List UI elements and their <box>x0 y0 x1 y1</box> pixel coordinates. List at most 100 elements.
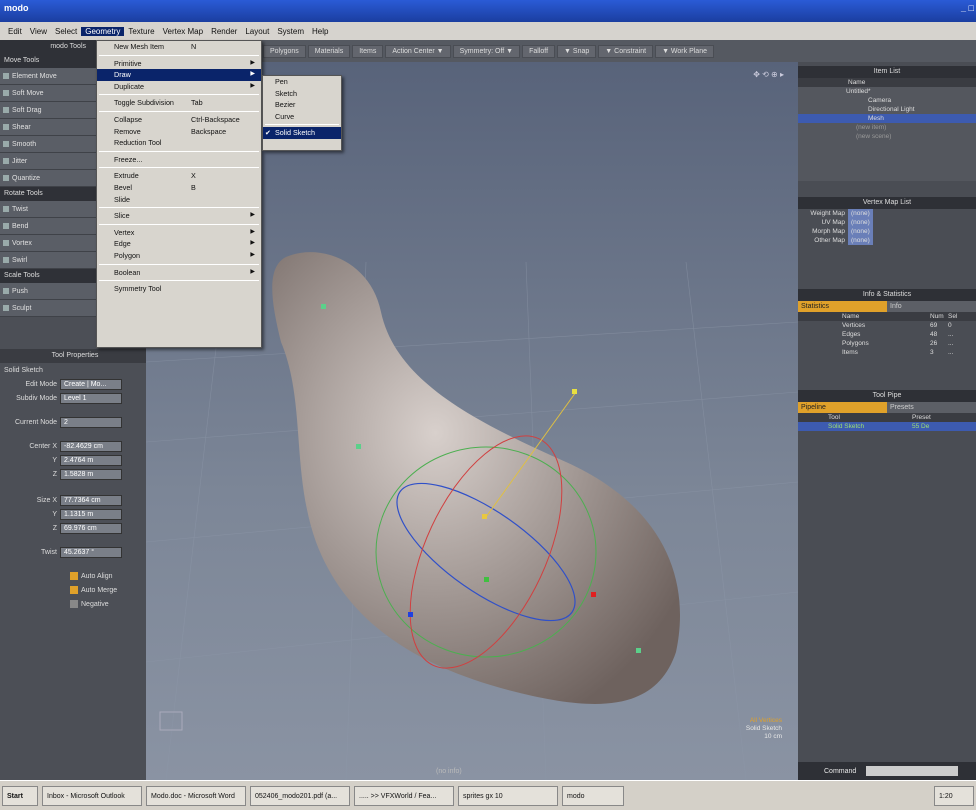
toolbar-item-2[interactable]: Items <box>352 44 384 58</box>
window-controls[interactable]: _ □ <box>961 3 974 13</box>
checkbox-icon[interactable] <box>70 572 78 580</box>
menu-select[interactable]: Select <box>51 27 81 36</box>
toolbar-item-8[interactable]: ▼ Work Plane <box>655 44 714 58</box>
menu-item-draw[interactable]: Draw ▶ <box>97 69 261 81</box>
toolbar-item-6[interactable]: ▼ Snap <box>557 44 597 58</box>
menu-item-remove[interactable]: Remove Backspace <box>97 126 261 138</box>
command-input[interactable] <box>866 766 959 776</box>
toolbar-item-3[interactable]: Action Center ▼ <box>385 44 451 58</box>
center-x-field[interactable]: -82.4629 cm <box>60 440 122 452</box>
edit-mode-select[interactable]: Create | Mo... <box>60 378 122 390</box>
taskbar-item-0[interactable]: Start <box>2 785 38 806</box>
menu-item-bevel[interactable]: Bevel B <box>97 182 261 194</box>
menu-item-slice[interactable]: Slice ▶ <box>97 210 261 222</box>
submenu-item-sketch[interactable]: Sketch <box>263 88 341 100</box>
menu-item-reduction-tool[interactable]: Reduction Tool <box>97 137 261 149</box>
menu-item-slide[interactable]: Slide <box>97 194 261 206</box>
gizmo-handle-yellow[interactable] <box>572 389 577 394</box>
taskbar-item-5[interactable]: sprites gx 10 <box>458 785 558 806</box>
menu-item-toggle-subdivision[interactable]: Toggle Subdivision Tab <box>97 97 261 109</box>
gizmo-handle-red[interactable] <box>591 592 596 597</box>
menu-layout[interactable]: Layout <box>241 27 273 36</box>
pipe-tool-name[interactable]: Solid Sketch <box>802 422 912 431</box>
toolbar-item-4[interactable]: Symmetry: Off ▼ <box>452 44 521 58</box>
size-y-field[interactable]: 1.1315 m <box>60 508 122 520</box>
vmap-value[interactable]: (none) <box>848 236 873 245</box>
check-auto-merge[interactable]: Auto Merge <box>0 583 146 597</box>
menu-render[interactable]: Render <box>207 27 241 36</box>
item-row[interactable]: Mesh <box>798 114 976 123</box>
sculpted-mesh[interactable] <box>272 252 681 704</box>
gizmo-handle-green[interactable] <box>484 577 489 582</box>
submenu-item-solid-sketch[interactable]: ✔ Solid Sketch <box>263 127 341 139</box>
stats-row[interactable]: Edges 48... <box>798 330 976 339</box>
check-auto-align[interactable]: Auto Align <box>0 569 146 583</box>
item-row[interactable]: (new item) <box>798 123 976 132</box>
sketch-node-4[interactable] <box>636 648 641 653</box>
checkbox-icon[interactable] <box>70 600 78 608</box>
toolbar-item-1[interactable]: Materials <box>307 44 351 58</box>
menu-geometry[interactable]: Geometry <box>81 26 125 36</box>
menu-system[interactable]: System <box>273 27 308 36</box>
current-node-field[interactable]: 2 <box>60 416 122 428</box>
menu-help[interactable]: Help <box>308 27 332 36</box>
taskbar-item-1[interactable]: Inbox - Microsoft Outlook <box>42 785 142 806</box>
submenu-item-pen[interactable]: Pen <box>263 76 341 88</box>
toolbar-item-7[interactable]: ▼ Constraint <box>598 44 654 58</box>
submenu-item-curve[interactable]: Curve <box>263 111 341 123</box>
menu-texture[interactable]: Texture <box>124 27 158 36</box>
vmap-value[interactable]: (none) <box>848 218 873 227</box>
menu-item-extrude[interactable]: Extrude X <box>97 170 261 182</box>
center-y-field[interactable]: 2.4764 m <box>60 454 122 466</box>
menu-item-edge[interactable]: Edge ▶ <box>97 238 261 250</box>
center-z-field[interactable]: 1.5828 m <box>60 468 122 480</box>
viewport-nav-icons[interactable]: ✥ ⟲ ⊕ ▸ <box>753 70 784 79</box>
twist-field[interactable]: 45.2637 ° <box>60 546 122 558</box>
tab-presets[interactable]: Presets <box>887 402 976 413</box>
stats-row[interactable]: Items 3... <box>798 348 976 357</box>
taskbar-item-3[interactable]: 052406_modo201.pdf (a... <box>250 785 350 806</box>
vmap-row[interactable]: Morph Map (none) <box>798 227 976 236</box>
menu-item-collapse[interactable]: Collapse Ctrl-Backspace <box>97 114 261 126</box>
vmap-value[interactable]: (none) <box>848 209 873 218</box>
taskbar-item-6[interactable]: modo <box>562 785 624 806</box>
menu-item-symmetry-tool[interactable]: Symmetry Tool <box>97 283 261 295</box>
taskbar-item-7[interactable]: 1:20 <box>934 785 974 806</box>
menu-item-new-mesh-item[interactable]: New Mesh Item N <box>97 41 261 53</box>
menu-item-duplicate[interactable]: Duplicate ▶ <box>97 81 261 93</box>
menu-item-boolean[interactable]: Boolean ▶ <box>97 267 261 279</box>
item-row[interactable]: Directional Light <box>798 105 976 114</box>
menu-item-polygon[interactable]: Polygon ▶ <box>97 250 261 262</box>
item-row[interactable]: Camera <box>798 96 976 105</box>
vmap-row[interactable]: UV Map (none) <box>798 218 976 227</box>
submenu-item-bezier[interactable]: Bezier <box>263 99 341 111</box>
vmap-value[interactable]: (none) <box>848 227 873 236</box>
taskbar-item-4[interactable]: ..... >> VFXWorld / Fea... <box>354 785 454 806</box>
item-row[interactable]: (new scene) <box>798 132 976 141</box>
checkbox-icon[interactable] <box>70 586 78 594</box>
size-x-field[interactable]: 77.7364 cm <box>60 494 122 506</box>
menu-edit[interactable]: Edit <box>4 27 26 36</box>
menu-vertex-map[interactable]: Vertex Map <box>159 27 207 36</box>
sketch-node-1[interactable] <box>321 304 326 309</box>
item-row[interactable]: Untitled* <box>798 87 976 96</box>
vmap-row[interactable]: Weight Map (none) <box>798 209 976 218</box>
tab-info[interactable]: Info <box>887 301 976 312</box>
menu-item-vertex[interactable]: Vertex ▶ <box>97 227 261 239</box>
stats-row[interactable]: Vertices 69 0 <box>798 321 976 330</box>
menu-view[interactable]: View <box>26 27 51 36</box>
vmap-row[interactable]: Other Map (none) <box>798 236 976 245</box>
check-negative[interactable]: Negative <box>0 597 146 611</box>
taskbar-item-2[interactable]: Modo.doc - Microsoft Word <box>146 785 246 806</box>
menu-item-primitive[interactable]: Primitive ▶ <box>97 58 261 70</box>
gizmo-handle-blue[interactable] <box>408 612 413 617</box>
tab-pipeline[interactable]: Pipeline <box>798 402 887 413</box>
stats-row[interactable]: Polygons 26... <box>798 339 976 348</box>
menu-item-freeze-[interactable]: Freeze... <box>97 154 261 166</box>
toolbar-item-5[interactable]: Falloff <box>522 44 556 58</box>
sketch-node-3[interactable] <box>482 514 487 519</box>
size-z-field[interactable]: 69.976 cm <box>60 522 122 534</box>
subdiv-mode-select[interactable]: Level 1 <box>60 392 122 404</box>
toolbar-item-0[interactable]: Polygons <box>263 44 306 58</box>
tab-statistics[interactable]: Statistics <box>798 301 887 312</box>
